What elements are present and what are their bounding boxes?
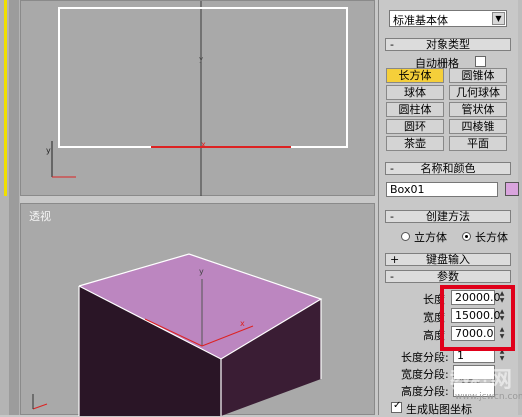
panel-scrollbar[interactable] — [518, 0, 522, 415]
dimension-highlight-box — [440, 285, 515, 351]
left-scrollbar[interactable] — [9, 0, 19, 415]
tube-button[interactable]: 管状体 — [449, 102, 507, 117]
rollout-title: 对象类型 — [426, 38, 470, 51]
width-segs-label: 宽度分段: — [401, 368, 449, 381]
rollout-name-color[interactable]: - 名称和颜色 — [385, 162, 511, 175]
rollout-title: 名称和颜色 — [420, 162, 476, 175]
box-radio-label[interactable]: 长方体 — [475, 229, 508, 245]
corner-x-axis — [32, 403, 48, 410]
autogrid-checkbox[interactable] — [475, 56, 486, 67]
watermark-logo: 教程网 — [450, 368, 512, 393]
watermark-text: www.jcwcn.com — [455, 392, 522, 402]
chevron-down-icon[interactable]: ▼ — [492, 12, 505, 25]
length-segs-label: 长度分段: — [401, 351, 449, 364]
height-segs-label: 高度分段: — [401, 385, 449, 398]
checkmark-icon: ✓ — [393, 400, 402, 411]
object-color-swatch[interactable] — [505, 182, 519, 196]
teapot-button[interactable]: 茶壶 — [386, 136, 444, 151]
cube-radio[interactable] — [401, 232, 410, 241]
primitive-type-dropdown[interactable]: 标准基本体 ▼ — [389, 10, 507, 27]
box-button[interactable]: 长方体 — [386, 68, 444, 83]
perspective-canvas: y x — [32, 253, 323, 416]
cylinder-button[interactable]: 圆柱体 — [386, 102, 444, 117]
pyramid-button[interactable]: 四棱锥 — [449, 119, 507, 134]
rollout-parameters[interactable]: - 参数 — [385, 270, 511, 283]
active-viewport-indicator — [4, 0, 7, 196]
geosphere-button[interactable]: 几何球体 — [449, 85, 507, 100]
center-y-label: y — [199, 55, 203, 63]
rollout-title: 参数 — [437, 270, 459, 283]
collapse-icon: - — [390, 38, 394, 51]
box-top-view-outline — [58, 7, 348, 148]
sphere-button[interactable]: 球体 — [386, 85, 444, 100]
plane-button[interactable]: 平面 — [449, 136, 507, 151]
gizmo-x-label: x — [240, 319, 245, 328]
collapse-icon: - — [390, 162, 394, 175]
top-viewport-canvas: y y x — [46, 1, 348, 197]
rollout-creation-method[interactable]: - 创建方法 — [385, 210, 511, 223]
rollout-title: 键盘输入 — [426, 253, 470, 266]
collapse-icon: - — [390, 270, 394, 283]
viewport-divider[interactable] — [20, 196, 375, 203]
rollout-title: 创建方法 — [426, 210, 470, 223]
expand-icon: + — [390, 253, 400, 266]
center-x-label: x — [201, 140, 206, 149]
perspective-viewport[interactable]: 透视 y x — [20, 203, 375, 416]
torus-button[interactable]: 圆环 — [386, 119, 444, 134]
gizmo-y-label: y — [199, 267, 204, 276]
3dsmax-window: y y x 透视 y x 标准基本体 ▼ - 对象类型 自动栅格 长方体 圆锥体… — [0, 0, 522, 416]
left-toolbar-strip — [0, 0, 20, 415]
command-panel: 标准基本体 ▼ - 对象类型 自动栅格 长方体 圆锥体 球体 几何球体 圆柱体 … — [378, 0, 522, 416]
dropdown-value: 标准基本体 — [393, 14, 448, 27]
rollout-object-type[interactable]: - 对象类型 — [385, 38, 511, 51]
rollout-keyboard-entry[interactable]: + 键盘输入 — [385, 253, 511, 266]
top-viewport[interactable]: y y x — [20, 0, 375, 197]
coord-y-label: y — [46, 146, 51, 155]
box-radio[interactable] — [462, 232, 471, 241]
collapse-icon: - — [390, 210, 394, 223]
object-name-field[interactable]: Box01 — [386, 182, 498, 197]
cube-radio-label[interactable]: 立方体 — [414, 229, 447, 245]
cone-button[interactable]: 圆锥体 — [449, 68, 507, 83]
